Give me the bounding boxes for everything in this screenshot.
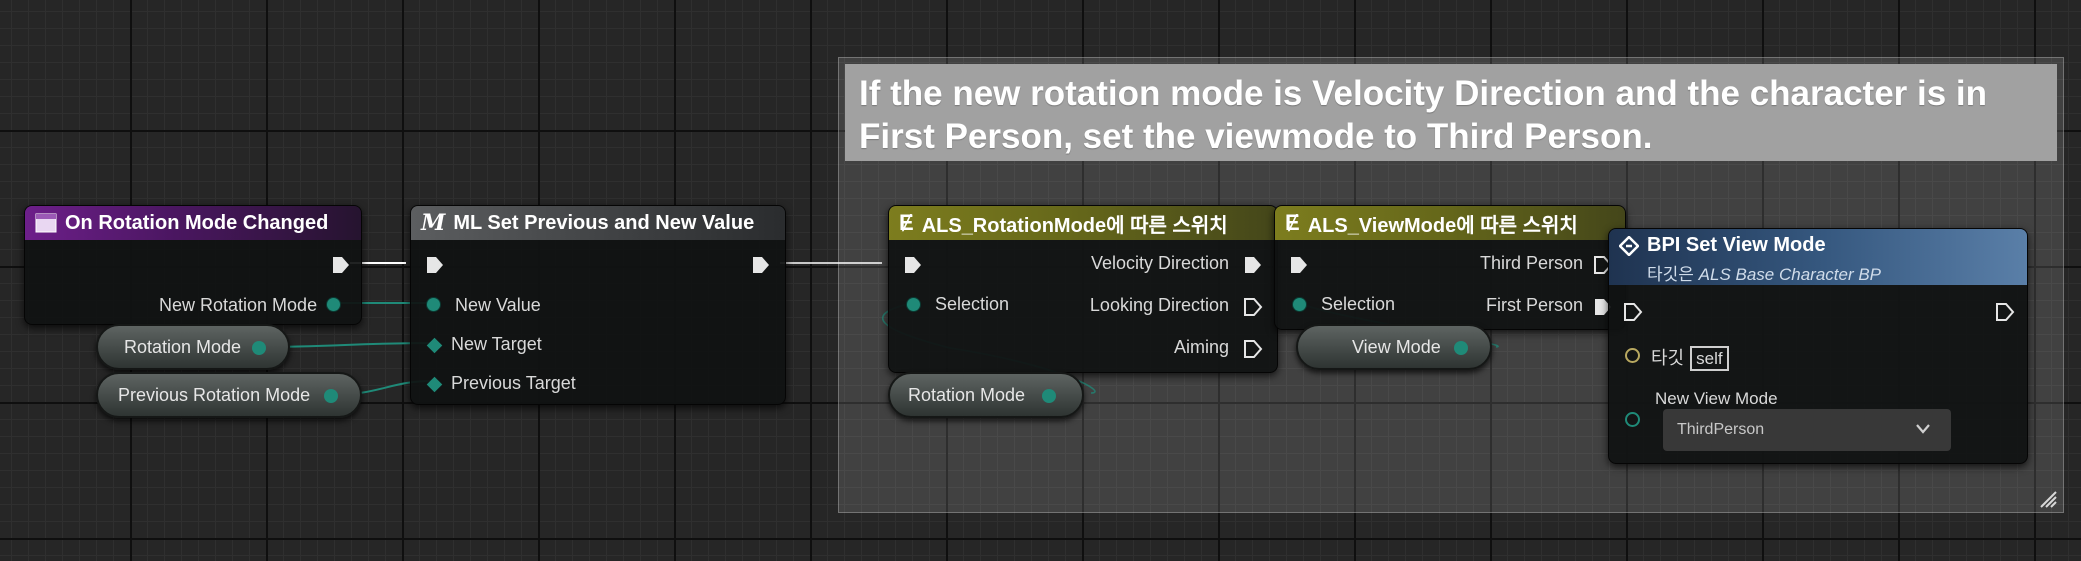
switch-rotation-node-header[interactable]: Ɇ ALS_RotationMode에 따른 스위치: [889, 206, 1277, 240]
bpi-target-prefix: 타깃은: [1647, 265, 1694, 284]
getter-rotation-mode-label: Rotation Mode: [124, 336, 242, 357]
exec-in-pin[interactable]: [425, 255, 445, 275]
bpi-node-title: BPI Set View Mode: [1647, 234, 1826, 256]
getter-view-mode-label: View Mode: [1352, 336, 1441, 357]
pin-label-looking-direction: Looking Direction: [1089, 295, 1229, 315]
data-pin-view-mode-out[interactable]: [1454, 341, 1468, 355]
switch-view-node-title: ALS_ViewMode에 따른 스위치: [1307, 214, 1578, 237]
data-pin-rotation-mode-2-out[interactable]: [1042, 389, 1056, 403]
bpi-node-header[interactable]: BPI Set View Mode 타깃은 ALS Base Character…: [1609, 229, 2027, 285]
ml-set-node-title: ML Set Previous and New Value: [453, 211, 755, 234]
ml-set-node-header[interactable]: M ML Set Previous and New Value: [411, 206, 785, 240]
view-mode-dropdown[interactable]: ThirdPerson: [1663, 409, 1951, 451]
event-icon: [35, 213, 57, 233]
data-pin-new-value[interactable]: [427, 298, 440, 311]
exec-in-pin[interactable]: [903, 255, 923, 275]
pin-label-new-value: New Value: [455, 295, 541, 315]
exec-out-pin-velocity-direction[interactable]: [1243, 255, 1263, 275]
switch-view-mode-node[interactable]: Ɇ ALS_ViewMode에 따른 스위치 Selection Third P…: [1274, 205, 1626, 330]
data-pin-selection[interactable]: [1293, 298, 1306, 311]
getter-previous-rotation-mode-label: Previous Rotation Mode: [118, 384, 311, 405]
switch-rotation-node-title: ALS_RotationMode에 따른 스위치: [921, 214, 1228, 237]
target-pin[interactable]: [1625, 348, 1640, 363]
pin-label-new-rotation-mode: New Rotation Mode: [159, 295, 318, 315]
getter-view-mode[interactable]: View Mode: [1296, 324, 1492, 370]
self-badge: self: [1690, 346, 1729, 371]
target-label: 타깃: [1651, 348, 1685, 368]
pin-label-target: 타깃 self: [1651, 344, 1729, 371]
resize-grip-icon[interactable]: [2039, 490, 2057, 508]
event-node-on-rotation-mode-changed[interactable]: On Rotation Mode Changed New Rotation Mo…: [24, 205, 362, 325]
exec-out-pin[interactable]: [1995, 302, 2015, 322]
event-node-title: On Rotation Mode Changed: [65, 211, 329, 234]
exec-out-pin-aiming[interactable]: [1243, 339, 1263, 359]
data-pin-new-view-mode[interactable]: [1625, 412, 1640, 427]
switch-icon: Ɇ: [1285, 210, 1300, 235]
ml-set-previous-and-new-value-node[interactable]: M ML Set Previous and New Value New Valu…: [410, 205, 786, 405]
pin-label-velocity-direction: Velocity Direction: [1090, 253, 1229, 273]
switch-icon: Ɇ: [899, 210, 914, 235]
pin-label-new-target: New Target: [451, 334, 542, 354]
switch-view-node-header[interactable]: Ɇ ALS_ViewMode에 따른 스위치: [1275, 206, 1625, 240]
chevron-down-icon: [1916, 424, 1930, 434]
macro-icon: M: [421, 210, 446, 236]
pin-label-previous-target: Previous Target: [451, 373, 576, 393]
event-node-header[interactable]: On Rotation Mode Changed: [25, 206, 361, 240]
data-pin-previous-target[interactable]: [426, 376, 443, 393]
pin-label-selection: Selection: [935, 294, 1010, 314]
data-pin-rotation-mode-out[interactable]: [252, 341, 266, 355]
switch-rotation-mode-node[interactable]: Ɇ ALS_RotationMode에 따른 스위치 Selection Vel…: [888, 205, 1278, 373]
getter-previous-rotation-mode[interactable]: Previous Rotation Mode: [96, 372, 362, 418]
exec-in-pin[interactable]: [1289, 255, 1309, 275]
exec-out-pin[interactable]: [751, 255, 771, 275]
view-mode-dropdown-value: ThirdPerson: [1677, 421, 1765, 438]
data-pin-new-rotation-mode[interactable]: [327, 298, 340, 311]
pin-label-new-view-mode: New View Mode: [1655, 389, 1778, 408]
data-pin-new-target[interactable]: [426, 337, 443, 354]
getter-rotation-mode-2[interactable]: Rotation Mode: [888, 372, 1084, 418]
pin-label-third-person: Third Person: [1479, 253, 1583, 273]
exec-out-pin-looking-direction[interactable]: [1243, 297, 1263, 317]
pin-label-aiming: Aiming: [1173, 337, 1229, 357]
pin-label-first-person: First Person: [1485, 295, 1583, 315]
getter-rotation-mode-2-label: Rotation Mode: [908, 384, 1026, 405]
data-pin-selection[interactable]: [907, 298, 920, 311]
comment-title[interactable]: If the new rotation mode is Velocity Dir…: [845, 64, 2057, 161]
bpi-set-view-mode-node[interactable]: BPI Set View Mode 타깃은 ALS Base Character…: [1608, 228, 2028, 464]
getter-rotation-mode[interactable]: Rotation Mode: [96, 324, 290, 370]
bpi-target-class: ALS Base Character BP: [1698, 265, 1882, 284]
data-pin-previous-rotation-mode-out[interactable]: [324, 389, 338, 403]
exec-in-pin[interactable]: [1623, 302, 1643, 322]
interface-message-icon: [1619, 235, 1639, 256]
pin-label-selection: Selection: [1321, 294, 1396, 314]
exec-out-pin[interactable]: [331, 255, 351, 275]
